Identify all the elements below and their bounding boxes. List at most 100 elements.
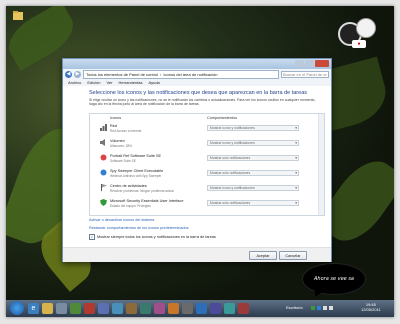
taskbar: e Escritorio 19:45 12/05/2011 <box>6 300 394 317</box>
table-row: Portrait Ref Software Suite SE Software … <box>90 153 318 166</box>
app-taskbar-icon[interactable] <box>112 303 123 314</box>
behavior-value: Mostrar solo notificaciones <box>210 156 251 160</box>
icons-table: Iconos Comportamientos Red Red Acceso a … <box>89 113 325 216</box>
media-icon[interactable] <box>56 303 67 314</box>
cancel-button[interactable]: Cancelar <box>279 251 307 260</box>
address-bar: ◀ ▶ Todos los elementos de Panel de cont… <box>65 70 329 79</box>
minimize-button[interactable] <box>295 60 304 67</box>
app-taskbar-icon[interactable] <box>168 303 179 314</box>
show-all-label: Mostrar siempre todos los iconos y notif… <box>97 235 216 239</box>
app-taskbar-icon[interactable] <box>154 303 165 314</box>
row-name: Microsoft Security Essentials User Inter… <box>110 199 184 203</box>
show-all-checkbox[interactable]: ✓ <box>89 234 95 240</box>
search-placeholder: Buscar en el Panel de control <box>283 72 325 77</box>
gadget-badge-icon: ● <box>352 40 366 48</box>
flag-icon <box>100 184 107 191</box>
row-name: Portrait Ref Software Suite SE <box>110 154 162 158</box>
column-behaviors: Comportamientos <box>207 116 237 120</box>
behavior-select[interactable]: Mostrar solo notificaciones ▾ <box>207 170 299 176</box>
accept-button[interactable]: Aceptar <box>249 251 277 260</box>
security-icon <box>100 199 107 206</box>
row-name: Spy Sweeper Client Executable <box>110 169 164 173</box>
table-row: Red Red Acceso a Internet Mostrar icono … <box>90 123 318 136</box>
chevron-down-icon: ▾ <box>295 201 297 205</box>
search-input[interactable]: Buscar en el Panel de control ⌕ <box>281 71 329 78</box>
app-icon <box>100 154 107 161</box>
volume-icon <box>100 139 107 146</box>
explorer-icon[interactable] <box>42 303 53 314</box>
clock[interactable]: 19:45 12/05/2011 <box>361 302 381 312</box>
network-tray-icon[interactable] <box>323 306 327 310</box>
app-taskbar-icon[interactable] <box>210 303 221 314</box>
start-button[interactable] <box>10 301 24 315</box>
app-taskbar-icon[interactable] <box>196 303 207 314</box>
desktop-toolbar-label[interactable]: Escritorio <box>286 305 303 310</box>
shield-icon <box>100 169 107 176</box>
row-name: Volumen <box>110 139 125 143</box>
maximize-button[interactable] <box>305 60 314 67</box>
window-titlebar[interactable] <box>63 59 331 69</box>
notification-area <box>311 306 333 310</box>
bubble-text: Ahora se vee sa <box>314 276 354 282</box>
app-taskbar-icon[interactable] <box>224 303 235 314</box>
table-row: Volumen Altavoces: 28% Mostrar icono y n… <box>90 138 318 151</box>
table-scrollbar[interactable] <box>318 114 324 215</box>
chevron-down-icon: ▾ <box>295 171 297 175</box>
behavior-select[interactable]: Mostrar solo notificaciones ▾ <box>207 155 299 161</box>
behavior-value: Mostrar icono y notificaciones <box>210 141 255 145</box>
row-sub: Webroot Antivirus with Spy Sweeper <box>110 173 162 178</box>
dialog-footer: Aceptar Cancelar <box>63 247 331 262</box>
forward-arrow-icon[interactable]: ▶ <box>74 71 81 78</box>
close-button[interactable] <box>315 60 329 67</box>
app-taskbar-icon[interactable] <box>98 303 109 314</box>
security-tray-icon[interactable] <box>311 306 315 310</box>
row-name: Red <box>110 124 117 128</box>
app-taskbar-icon[interactable] <box>84 303 95 314</box>
behavior-select[interactable]: Mostrar icono y notificaciones ▾ <box>207 185 299 191</box>
chevron-down-icon: ▾ <box>295 141 297 145</box>
volume-tray-icon[interactable] <box>329 306 333 310</box>
app-taskbar-icon[interactable] <box>140 303 151 314</box>
app-taskbar-icon[interactable] <box>126 303 137 314</box>
ie-icon[interactable]: e <box>28 303 39 314</box>
row-sub: Estado del equipo: Protegido <box>110 203 151 208</box>
column-icons: Iconos <box>110 116 122 120</box>
chevron-down-icon: ▾ <box>295 126 297 130</box>
page-title: Seleccione los iconos y las notificacion… <box>89 90 307 96</box>
control-panel-window: ◀ ▶ Todos los elementos de Panel de cont… <box>62 58 332 262</box>
chevron-right-icon: › <box>160 72 162 77</box>
breadcrumb-item[interactable]: Iconos del área de notificación <box>163 72 217 77</box>
breadcrumb[interactable]: Todos los elementos de Panel de control … <box>83 70 279 79</box>
network-icon <box>100 124 107 131</box>
page-description: Si elige ocultar un icono y las notifica… <box>89 98 316 107</box>
folder-icon[interactable] <box>12 8 24 22</box>
table-row: Microsoft Security Essentials User Inter… <box>90 198 318 211</box>
search-icon: ⌕ <box>324 72 327 77</box>
photo-frame: ● ◀ ▶ Todos los elementos de Panel de co… <box>0 0 400 324</box>
behavior-select[interactable]: Mostrar icono y notificaciones ▾ <box>207 140 299 146</box>
behavior-value: Mostrar icono y notificaciones <box>210 186 255 190</box>
clock-gadget[interactable] <box>356 18 376 38</box>
shield-tray-icon[interactable] <box>317 306 321 310</box>
show-all-checkbox-row[interactable]: ✓ Mostrar siempre todos los iconos y not… <box>89 234 216 240</box>
content-pane: Seleccione los iconos y las notificacion… <box>63 86 331 262</box>
row-sub: Resolver problemas: Ningún problema actu… <box>110 188 174 193</box>
behavior-select[interactable]: Mostrar icono y notificaciones ▾ <box>207 125 299 131</box>
app-taskbar-icon[interactable] <box>182 303 193 314</box>
clock-date: 12/05/2011 <box>361 307 381 312</box>
table-header: Iconos Comportamientos <box>90 114 324 122</box>
breadcrumb-item[interactable]: Todos los elementos de Panel de control <box>86 72 158 77</box>
behavior-value: Mostrar solo notificaciones <box>210 171 251 175</box>
row-sub: Red Acceso a Internet <box>110 128 142 133</box>
row-sub: Software Suite SE <box>110 158 136 163</box>
app-taskbar-icon[interactable] <box>70 303 81 314</box>
app-taskbar-icon[interactable] <box>238 303 249 314</box>
table-row: Centro de actividades Resolver problemas… <box>90 183 318 196</box>
back-arrow-icon[interactable]: ◀ <box>65 71 72 78</box>
table-row: Spy Sweeper Client Executable Webroot An… <box>90 168 318 181</box>
chevron-down-icon: ▾ <box>295 186 297 190</box>
restore-defaults-link[interactable]: Restaurar comportamientos de los iconos … <box>89 226 189 230</box>
behavior-select[interactable]: Mostrar solo notificaciones ▾ <box>207 200 299 206</box>
system-icons-link[interactable]: Activar o desactivar iconos del sistema <box>89 218 154 222</box>
row-name: Centro de actividades <box>110 184 147 188</box>
